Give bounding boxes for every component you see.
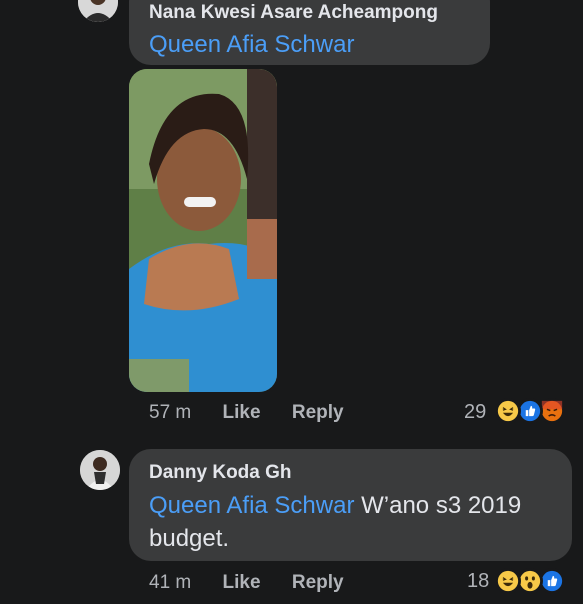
comment-bubble: Danny Koda Gh Queen Afia Schwar W’ano s3… <box>129 449 572 561</box>
comment-meta: 57 m Like Reply <box>149 402 344 424</box>
reaction-count[interactable]: 29 <box>464 401 486 424</box>
comment-author[interactable]: Nana Kwesi Asare Acheampong <box>149 2 470 24</box>
mention-link[interactable]: Queen Afia Schwar <box>149 492 354 519</box>
like-button[interactable]: Like <box>223 572 261 593</box>
commenter-avatar[interactable] <box>80 450 120 490</box>
comment-time[interactable]: 57 m <box>149 402 191 423</box>
reply-button[interactable]: Reply <box>292 402 344 423</box>
comment-meta: 41 m Like Reply <box>149 572 344 594</box>
comment-text: Queen Afia Schwar W’ano s3 2019 budget. <box>149 489 552 555</box>
reply-button[interactable]: Reply <box>292 572 344 593</box>
like-button[interactable]: Like <box>223 402 261 423</box>
comment-author[interactable]: Danny Koda Gh <box>149 462 552 484</box>
comment-bubble: Nana Kwesi Asare Acheampong Queen Afia S… <box>129 0 490 65</box>
comment-text: Queen Afia Schwar <box>149 28 470 61</box>
reaction-count[interactable]: 18 <box>467 570 489 593</box>
comment-time[interactable]: 41 m <box>149 572 191 593</box>
haha-icon <box>495 568 521 594</box>
commenter-avatar[interactable] <box>78 0 118 22</box>
comment-photo[interactable] <box>129 69 277 392</box>
haha-icon <box>495 398 521 424</box>
mention-link[interactable]: Queen Afia Schwar <box>149 31 354 58</box>
